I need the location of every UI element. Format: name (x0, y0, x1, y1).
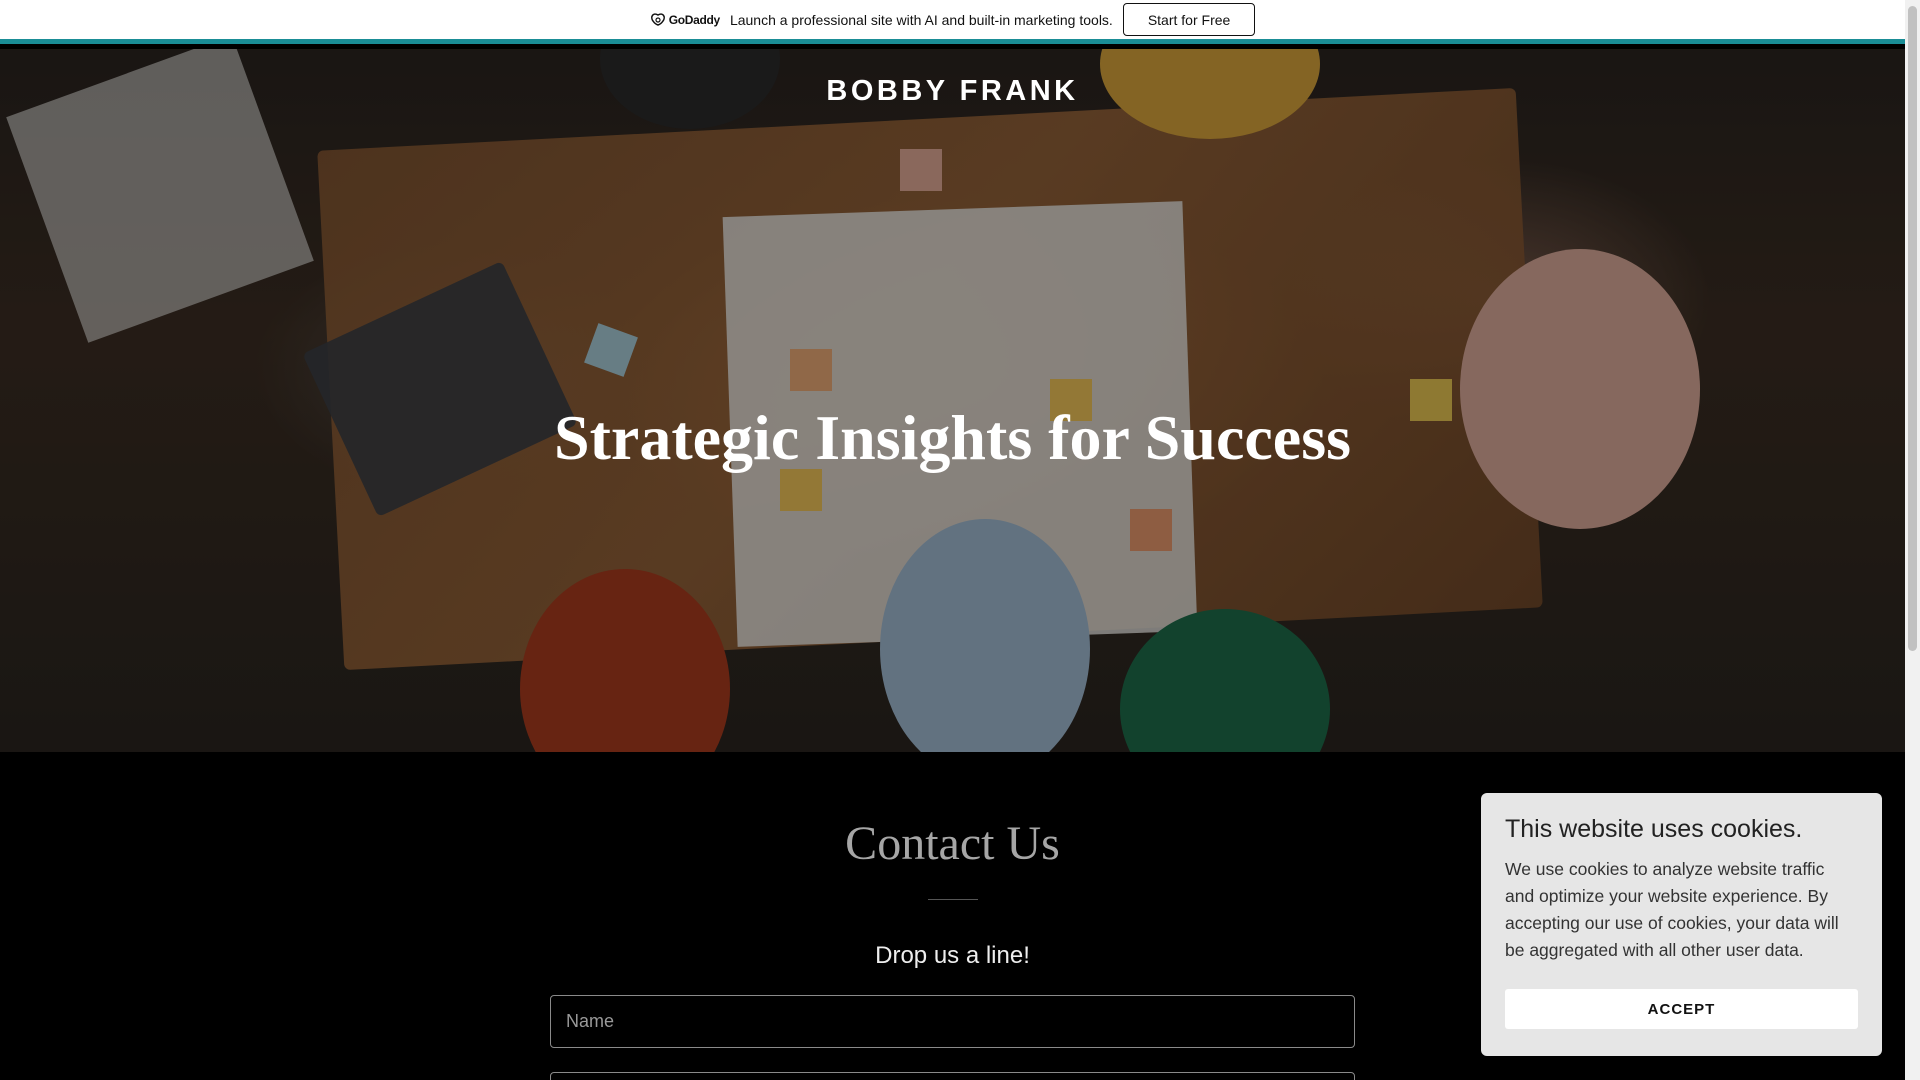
cookie-title: This website uses cookies. (1505, 815, 1803, 843)
scrollbar-thumb[interactable] (1908, 6, 1917, 651)
name-field[interactable]: Name (550, 995, 1355, 1048)
section-divider (928, 899, 978, 900)
hero-section: BOBBY FRANK Strategic Insights for Succe… (0, 49, 1905, 752)
promo-message: Launch a professional site with AI and b… (729, 11, 1113, 28)
cookie-consent-panel: This website uses cookies. We use cookie… (1481, 793, 1882, 1056)
godaddy-logo-text: GoDaddy (668, 12, 721, 27)
godaddy-icon (650, 12, 665, 26)
godaddy-logo[interactable]: GoDaddy (650, 13, 720, 27)
site-brand-title[interactable]: BOBBY FRANK (0, 75, 1905, 108)
accept-cookies-button[interactable]: ACCEPT (1505, 989, 1858, 1029)
page-scrollbar[interactable] (1905, 0, 1920, 1080)
cookie-body: We use cookies to analyze website traffi… (1505, 859, 1839, 960)
promo-banner: GoDaddy Launch a professional site with … (0, 0, 1905, 44)
hero-headline: Strategic Insights for Success (554, 402, 1351, 473)
email-field[interactable] (550, 1072, 1355, 1080)
start-for-free-button[interactable]: Start for Free (1122, 3, 1256, 36)
